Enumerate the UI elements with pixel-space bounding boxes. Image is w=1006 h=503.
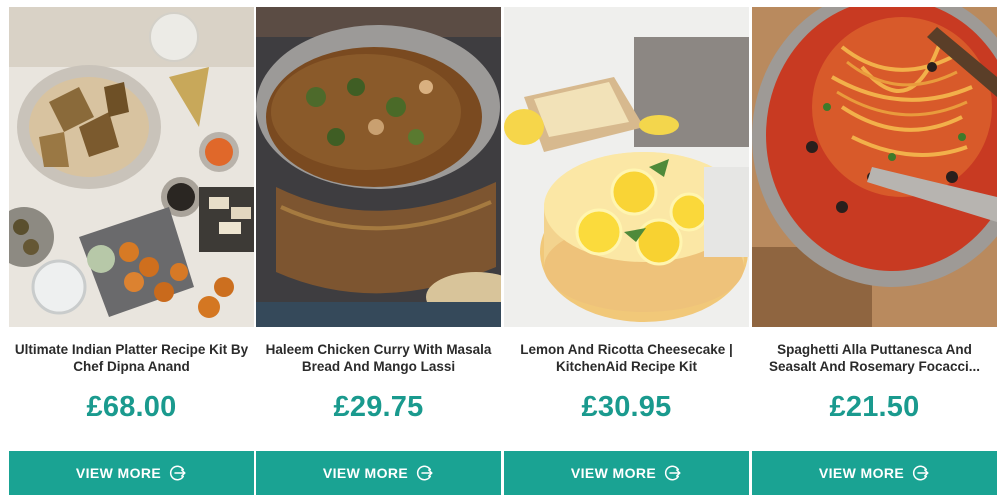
product-card: Lemon And Ricotta Cheesecake | KitchenAi… [504,7,749,497]
view-more-button[interactable]: VIEW MORE [752,451,997,495]
view-more-button[interactable]: VIEW MORE [504,451,749,495]
product-title[interactable]: Ultimate Indian Platter Recipe Kit By Ch… [9,341,254,375]
arrow-right-circle-icon [664,464,682,482]
view-more-label: VIEW MORE [818,465,905,481]
view-more-label: VIEW MORE [322,465,409,481]
view-more-button[interactable]: VIEW MORE [9,451,254,495]
indian-platter-photo[interactable] [9,7,254,327]
arrow-right-circle-icon [416,464,434,482]
arrow-right-circle-icon [169,464,187,482]
arrow-right-circle-icon [912,464,930,482]
product-title[interactable]: Haleem Chicken Curry With Masala Bread A… [256,341,501,375]
product-card: Spaghetti Alla Puttanesca And Seasalt An… [752,7,997,497]
view-more-label: VIEW MORE [75,465,162,481]
view-more-button[interactable]: VIEW MORE [256,451,501,495]
spaghetti-puttanesca-photo[interactable] [752,7,997,327]
product-card: Haleem Chicken Curry With Masala Bread A… [256,7,501,497]
product-grid: Ultimate Indian Platter Recipe Kit By Ch… [0,0,1006,503]
product-title[interactable]: Spaghetti Alla Puttanesca And Seasalt An… [752,341,997,375]
lemon-cheesecake-photo[interactable] [504,7,749,327]
product-price: £29.75 [333,391,424,423]
haleem-curry-photo[interactable] [256,7,501,327]
product-price: £68.00 [86,391,177,423]
product-card: Ultimate Indian Platter Recipe Kit By Ch… [9,7,254,497]
product-title[interactable]: Lemon And Ricotta Cheesecake | KitchenAi… [504,341,749,375]
view-more-label: VIEW MORE [570,465,657,481]
product-price: £21.50 [829,391,920,423]
product-price: £30.95 [581,391,672,423]
